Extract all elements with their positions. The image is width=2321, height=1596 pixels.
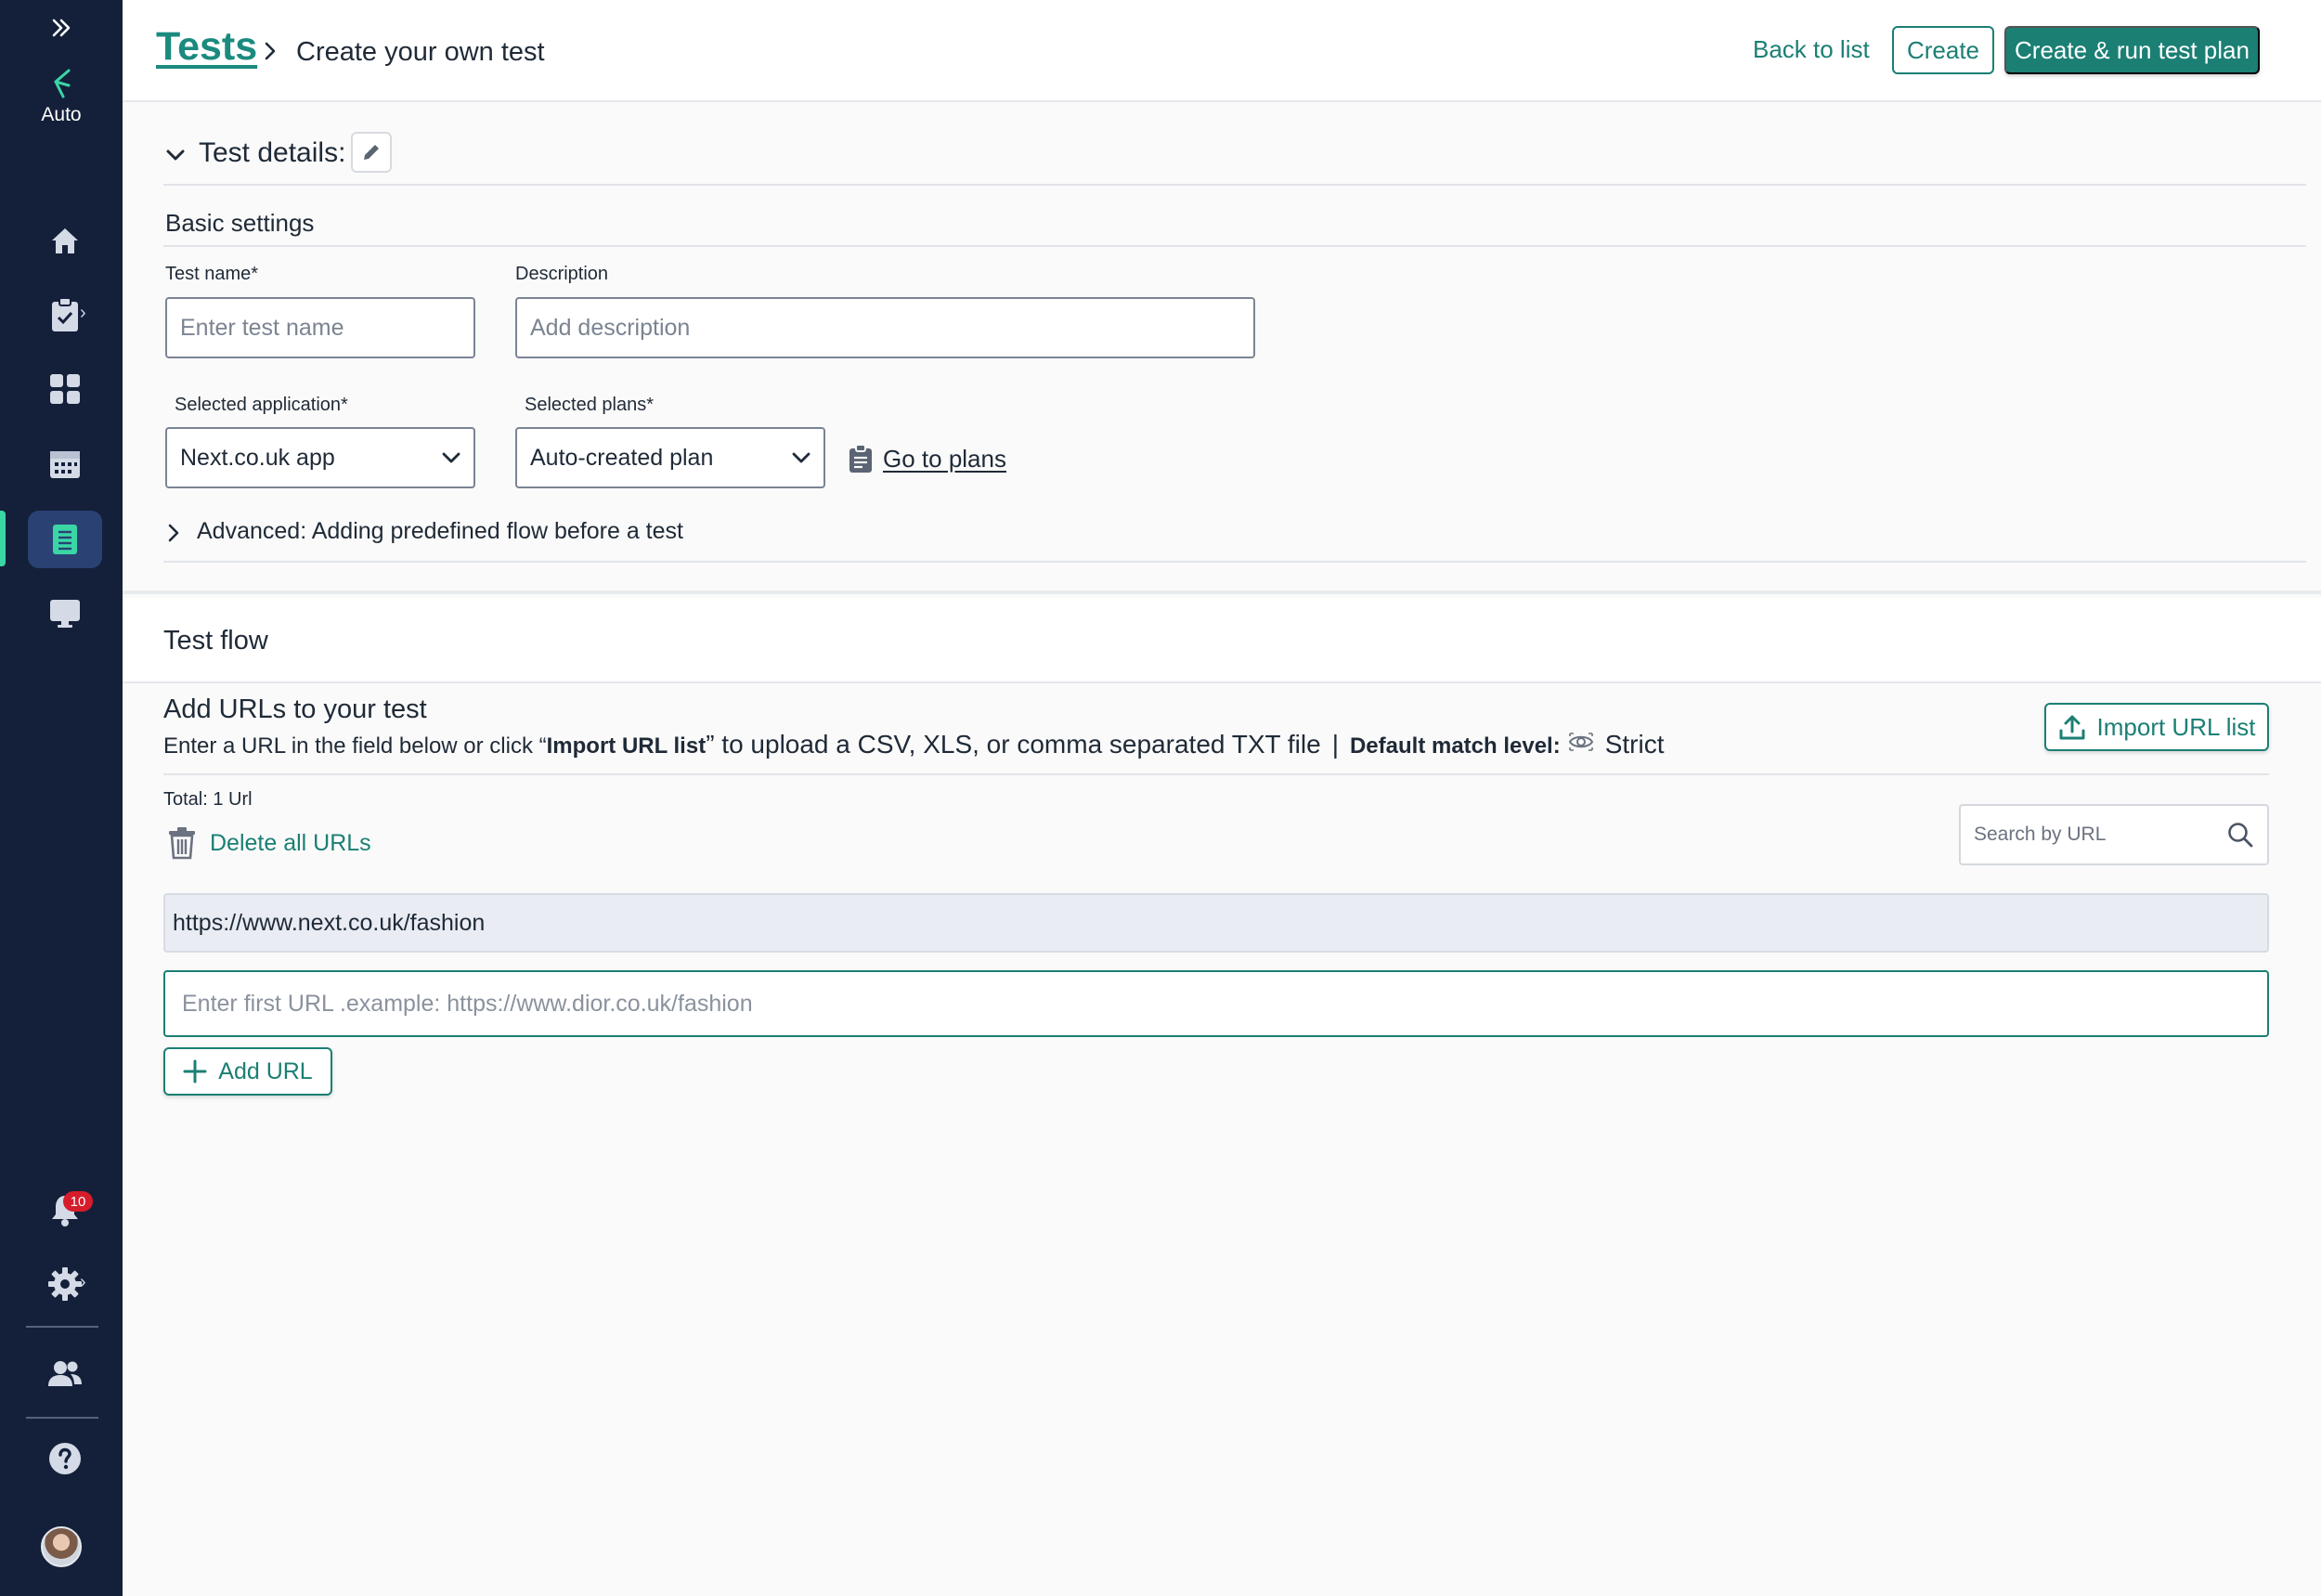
plans-select[interactable]: Auto-created plan: [515, 427, 825, 488]
chevron-right-icon: ›: [80, 303, 86, 323]
gear-icon: [48, 1267, 82, 1301]
test-details-panel: Test details: Basic settings Test name* …: [123, 102, 2321, 594]
sidebar-item-monitor[interactable]: [28, 585, 102, 642]
edit-details-button[interactable]: [351, 132, 392, 173]
test-name-label: Test name*: [165, 264, 259, 284]
clipboard-icon: [849, 444, 872, 473]
go-to-plans-label: Go to plans: [883, 444, 1006, 473]
test-name-input[interactable]: Enter test name: [165, 297, 475, 358]
selected-plans-label: Selected plans*: [525, 395, 654, 415]
separator: |: [1331, 730, 1339, 759]
dashboard-grid-icon: [50, 374, 80, 404]
basic-settings-heading: Basic settings: [165, 209, 315, 237]
active-indicator: [0, 511, 6, 566]
search-url-input[interactable]: Search by URL: [1959, 804, 2269, 865]
chevron-down-icon: [792, 452, 810, 463]
import-url-list-label: Import URL list: [2096, 712, 2256, 741]
total-urls-count: Total: 1 Url: [163, 789, 253, 810]
back-to-list-button[interactable]: Back to list: [1753, 35, 1870, 64]
sidebar: Auto › 10 ›: [0, 0, 123, 1596]
sidebar-item-settings[interactable]: ›: [28, 1255, 102, 1313]
divider: [163, 561, 2306, 563]
logo-label: Auto: [41, 104, 82, 125]
pencil-icon: [364, 145, 379, 160]
breadcrumb-tests-link[interactable]: Tests: [156, 24, 257, 70]
eye-icon: [1568, 733, 1593, 751]
auto-logo-icon: [35, 67, 87, 100]
sidebar-item-home[interactable]: [28, 212, 102, 269]
users-icon: [48, 1361, 82, 1386]
monitor-icon: [50, 600, 80, 628]
sidebar-item-dashboard[interactable]: [28, 360, 102, 418]
plus-icon: [183, 1059, 207, 1083]
add-url-label: Add URL: [218, 1058, 313, 1084]
plans-value: Auto-created plan: [530, 444, 714, 471]
add-url-button[interactable]: Add URL: [163, 1047, 332, 1096]
application-value: Next.co.uk app: [180, 444, 335, 471]
divider: [163, 184, 2306, 186]
sidebar-divider: [26, 1417, 98, 1419]
sidebar-item-calendar[interactable]: [28, 435, 102, 492]
expand-chevron-icon[interactable]: [162, 521, 186, 545]
list-document-icon: [53, 525, 77, 554]
page-header: Tests Create your own test Back to list …: [123, 0, 2321, 102]
collapse-chevron-icon[interactable]: [162, 141, 189, 169]
selected-application-label: Selected application*: [175, 395, 348, 415]
sidebar-item-tasks[interactable]: ›: [28, 286, 102, 344]
notification-badge: 10: [63, 1191, 93, 1212]
advanced-section-toggle[interactable]: Advanced: Adding predefined flow before …: [197, 518, 683, 545]
sidebar-item-tests[interactable]: [28, 511, 102, 568]
description-import-text: Import URL list: [546, 733, 707, 759]
match-level-label: Default match level:: [1349, 733, 1561, 759]
sidebar-item-users[interactable]: [28, 1344, 102, 1402]
delete-all-urls-button[interactable]: Delete all URLs: [167, 826, 371, 860]
url-input[interactable]: Enter first URL .example: https://www.di…: [163, 970, 2269, 1037]
add-urls-description: Enter a URL in the field below or click …: [163, 730, 1664, 759]
create-button[interactable]: Create: [1892, 26, 1994, 74]
home-icon: [52, 228, 78, 253]
chevron-right-icon: ›: [80, 1272, 86, 1292]
help-icon: [49, 1443, 81, 1474]
create-and-run-button[interactable]: Create & run test plan: [2004, 26, 2260, 74]
description-text: Enter a URL in the field below or click …: [163, 733, 547, 759]
sidebar-item-notifications[interactable]: [28, 1181, 102, 1239]
search-icon[interactable]: [2226, 821, 2254, 849]
test-details-title: Test details:: [199, 137, 346, 168]
description-label: Description: [515, 264, 609, 284]
expand-sidebar-icon[interactable]: [46, 13, 76, 43]
chevron-right-icon: [258, 39, 282, 63]
add-urls-title: Add URLs to your test: [163, 694, 427, 724]
search-url-placeholder: Search by URL: [1974, 824, 2107, 845]
clipboard-check-icon: [52, 297, 78, 331]
avatar[interactable]: [41, 1526, 82, 1567]
test-flow-header: Test flow: [123, 598, 2321, 683]
url-list-item[interactable]: https://www.next.co.uk/fashion: [163, 893, 2269, 953]
go-to-plans-link[interactable]: Go to plans: [848, 444, 1006, 474]
delete-all-urls-label: Delete all URLs: [210, 829, 371, 856]
description-text: ” to upload a CSV, XLS, or comma separat…: [706, 730, 1321, 759]
sidebar-item-help[interactable]: [28, 1430, 102, 1487]
divider: [163, 773, 2269, 775]
chevron-down-icon: [442, 452, 460, 463]
match-level-value[interactable]: Strict: [1605, 730, 1665, 759]
description-input[interactable]: Add description: [515, 297, 1255, 358]
sidebar-divider: [26, 1326, 98, 1328]
calendar-icon: [50, 451, 80, 478]
test-flow-title: Test flow: [163, 626, 268, 655]
import-url-list-button[interactable]: Import URL list: [2044, 703, 2269, 751]
application-select[interactable]: Next.co.uk app: [165, 427, 475, 488]
divider: [163, 245, 2306, 247]
page-title: Create your own test: [296, 37, 545, 67]
trash-icon: [169, 827, 195, 860]
upload-icon: [2059, 715, 2085, 740]
